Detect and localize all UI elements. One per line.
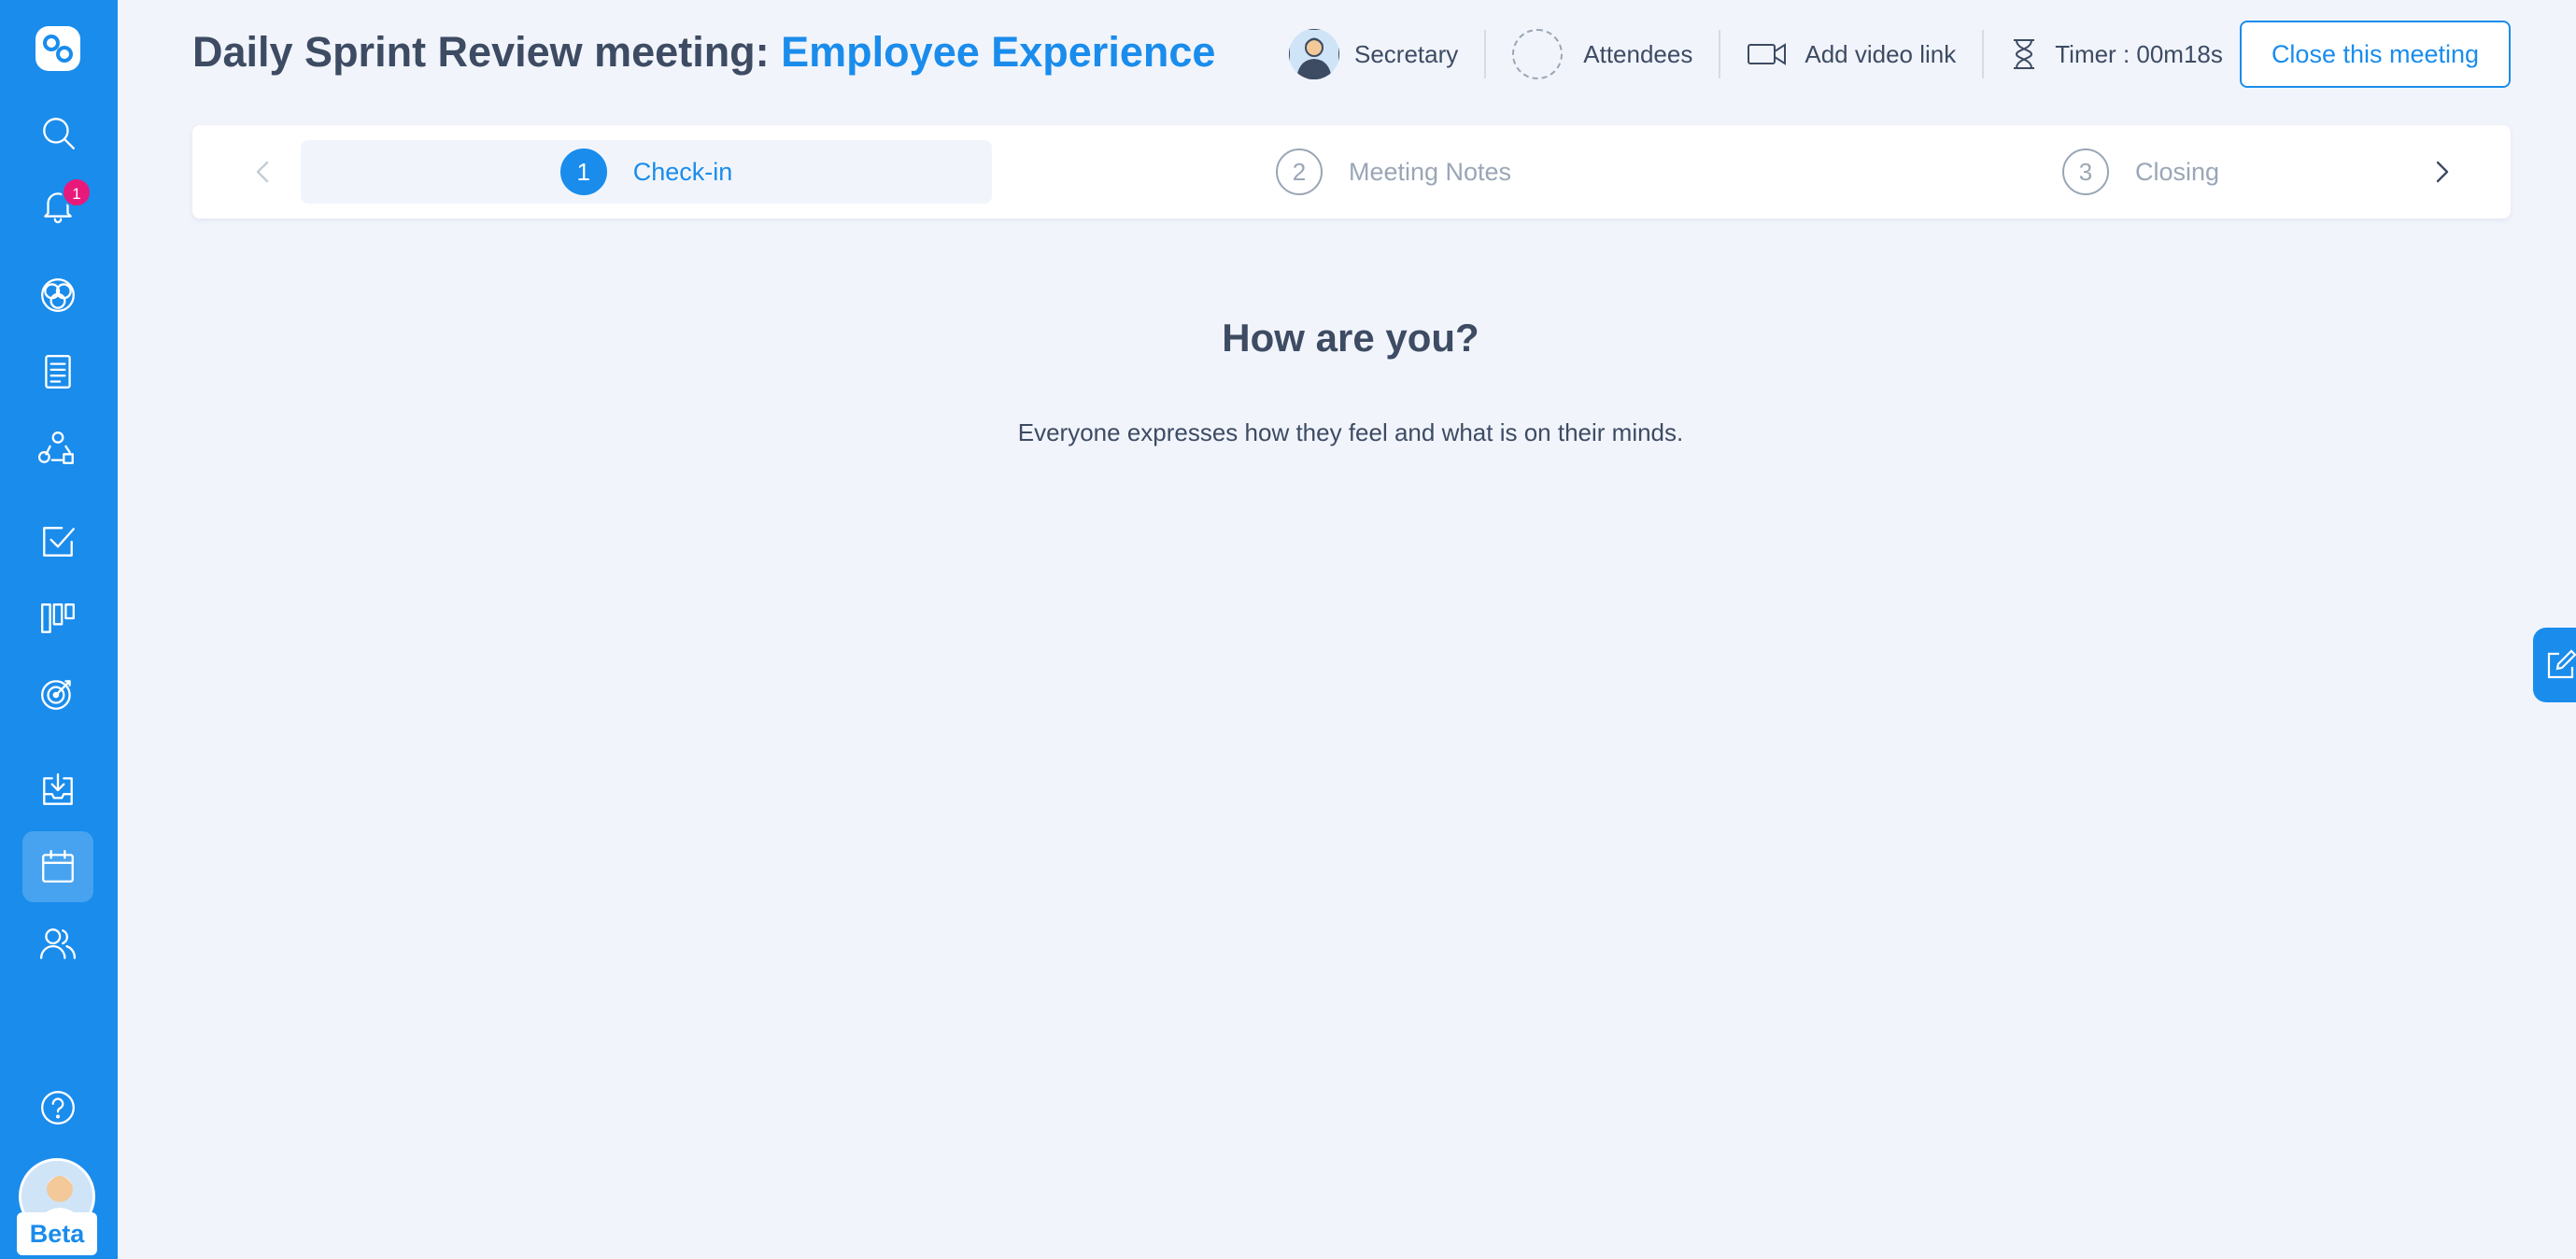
step-closing[interactable]: 3 Closing — [1795, 140, 2486, 204]
avatar-icon — [1289, 29, 1339, 79]
sidebar-item-documents[interactable] — [22, 336, 93, 407]
secretary-label: Secretary — [1354, 39, 1459, 68]
step-label: Check-in — [632, 157, 733, 186]
timer-label: Timer : 00m18s — [2055, 39, 2223, 68]
shapes-icon — [38, 431, 74, 464]
sidebar-item-kanban[interactable] — [22, 583, 93, 654]
video-link-label: Add video link — [1805, 39, 1957, 68]
divider — [1484, 30, 1487, 78]
step-description: Everyone expresses how they feel and wha… — [1017, 418, 1684, 446]
notification-badge: 1 — [62, 177, 92, 207]
meeting-type: Daily Sprint Review meeting: — [192, 28, 782, 76]
attendees-button[interactable]: Attendees — [1512, 29, 1692, 79]
hourglass-icon — [2014, 39, 2035, 69]
search-icon — [43, 118, 75, 149]
meeting-circle-name[interactable]: Employee Experience — [781, 28, 1215, 76]
sidebar-item-search[interactable] — [22, 97, 93, 168]
edit-icon — [2547, 649, 2576, 679]
add-video-link-button[interactable]: Add video link — [1747, 40, 1956, 69]
sidebar-item-meetings[interactable] — [22, 831, 93, 902]
chevron-right-icon — [2436, 161, 2449, 183]
circles-icon — [41, 278, 75, 312]
step-meeting-notes[interactable]: 2 Meeting Notes — [1048, 140, 1739, 204]
meeting-stepper: 1 Check-in 2 Meeting Notes 3 Closing — [192, 125, 2511, 219]
app-root: 1 Beta Daily Sprint Review meeting: Empl… — [0, 0, 2576, 1259]
calendar-icon — [42, 850, 74, 883]
attendees-label: Attendees — [1583, 39, 1693, 68]
step-heading: How are you? — [1222, 316, 1479, 360]
page-title: Daily Sprint Review meeting: Employee Ex… — [192, 28, 1215, 77]
sidebar-item-goals[interactable] — [22, 658, 93, 729]
video-camera-icon — [1748, 43, 1787, 65]
beta-badge: Beta — [17, 1212, 97, 1255]
divider — [1982, 30, 1985, 78]
timer: Timer : 00m18s — [2010, 37, 2223, 71]
step-check-in[interactable]: 1 Check-in — [301, 140, 992, 204]
secretary-avatar — [1289, 29, 1339, 79]
step-number: 3 — [2061, 149, 2109, 195]
stepper-prev-button[interactable] — [241, 149, 286, 194]
step-number: 2 — [1275, 149, 1323, 195]
document-icon — [45, 355, 71, 389]
sidebar-item-notifications[interactable]: 1 — [22, 170, 93, 241]
sidebar: 1 Beta — [0, 0, 118, 1259]
step-number: 1 — [559, 149, 607, 195]
users-icon — [39, 928, 77, 959]
sidebar-item-help[interactable] — [22, 1072, 93, 1143]
sidebar-item-members[interactable] — [22, 908, 93, 979]
chevron-left-icon — [256, 161, 269, 183]
checkbox-icon — [43, 527, 75, 557]
stepper-next-button[interactable] — [2419, 149, 2464, 194]
divider — [1719, 30, 1721, 78]
attendees-placeholder-icon — [1512, 29, 1564, 79]
notes-panel-toggle[interactable] — [2533, 628, 2576, 702]
target-icon — [41, 680, 71, 710]
kanban-icon — [41, 603, 75, 633]
header-tools: Secretary Attendees Add video link Timer… — [1289, 21, 2223, 88]
sidebar-item-tasks[interactable] — [22, 506, 93, 577]
inbox-icon — [43, 773, 73, 805]
sidebar-item-roles[interactable] — [22, 413, 93, 484]
step-label: Closing — [2134, 157, 2220, 186]
secretary-button[interactable]: Secretary — [1289, 29, 1458, 79]
logo-icon — [35, 26, 80, 71]
sidebar-item-circles[interactable] — [22, 260, 93, 331]
help-icon — [41, 1091, 75, 1125]
step-label: Meeting Notes — [1348, 157, 1512, 186]
close-meeting-button[interactable]: Close this meeting — [2240, 21, 2511, 88]
app-logo[interactable] — [28, 19, 88, 78]
sidebar-item-inbox[interactable] — [22, 755, 93, 826]
